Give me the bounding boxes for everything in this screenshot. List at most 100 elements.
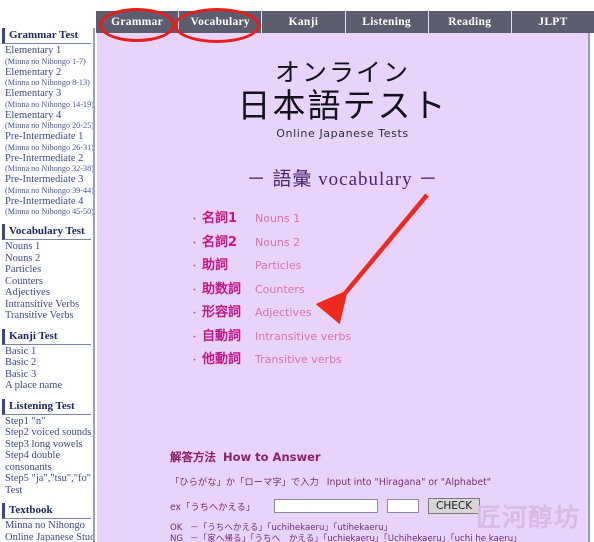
page-title-english: Online Japanese Tests — [276, 127, 409, 140]
tab-reading[interactable]: Reading — [429, 11, 512, 33]
sidebar-item-particles[interactable]: Particles — [2, 264, 91, 276]
vocabulary-category-list: ・ 名詞1 Nouns 1 ・ 名詞2 Nouns 2 ・ 助詞 Particl… — [190, 211, 588, 369]
list-item-english: Intransitive verbs — [255, 329, 352, 343]
sidebar-sub-elementary-4: (Minna no Nihongo 20-25) — [5, 121, 94, 130]
list-item-counters[interactable]: ・ 助数詞 Counters — [190, 282, 588, 299]
sidebar-heading-textbook: Textbook — [2, 503, 91, 519]
sidebar-item-elementary-1[interactable]: Elementary 1 — [2, 45, 91, 57]
tab-kanji[interactable]: Kanji — [262, 11, 346, 33]
sidebar-item-elementary-4[interactable]: Elementary 4 — [2, 110, 91, 122]
sidebar-sub-elementary-2: (Minna no Nihongo 8-13) — [5, 78, 90, 87]
tab-reading-label: Reading — [448, 16, 492, 28]
sidebar-item-step3[interactable]: Step3 long vowels — [2, 439, 91, 451]
sidebar-sub-pre-intermediate-3: (Minna no Nihongo 39-44) — [5, 185, 94, 195]
sidebar-item-pre-intermediate-1[interactable]: Pre-Intermediate 1 — [2, 131, 91, 143]
list-item-transitive-verbs[interactable]: ・ 他動詞 Transitive verbs — [190, 352, 588, 369]
answer-input-secondary[interactable] — [387, 499, 419, 513]
sidebar-item-a-place-name[interactable]: A place name — [2, 380, 91, 392]
sidebar-item-step4[interactable]: Step4 double consonants — [2, 450, 91, 473]
list-item-japanese: 他動詞 — [202, 352, 242, 367]
tab-jlpt[interactable]: JLPT — [512, 11, 594, 33]
sidebar-item-elementary-3[interactable]: Elementary 3 — [2, 88, 91, 100]
answer-input[interactable] — [274, 499, 378, 513]
list-item-english: Counters — [255, 282, 305, 296]
ng-tag: NG — [170, 534, 184, 542]
sidebar-item-pre-intermediate-2[interactable]: Pre-Intermediate 2 — [2, 153, 91, 165]
list-item-nouns-2[interactable]: ・ 名詞2 Nouns 2 — [190, 235, 588, 252]
sidebar-item-minna-no-nihongo[interactable]: Minna no Nihongo — [2, 520, 91, 532]
list-item-english: Nouns 2 — [255, 235, 301, 249]
list-item-japanese: 名詞2 — [202, 234, 238, 250]
sidebar-sub-pre-intermediate-1: (Minna no Nihongo 26-31) — [5, 142, 94, 152]
sidebar-item-basic-1[interactable]: Basic 1 — [2, 346, 91, 358]
sidebar-item-basic-2[interactable]: Basic 2 — [2, 357, 91, 369]
list-item-particles[interactable]: ・ 助詞 Particles — [190, 258, 588, 275]
list-item-english: Adjectives — [255, 306, 312, 319]
list-item-japanese: 助数詞 — [202, 281, 242, 297]
sidebar: Grammar Test Elementary 1 (Minna no Niho… — [0, 28, 95, 542]
sidebar-item-test[interactable]: Test — [2, 485, 91, 497]
page-title-japanese-line1: オンライン — [274, 58, 410, 87]
list-item-japanese: 自動詞 — [202, 328, 242, 344]
list-item-english: Nouns 1 — [255, 212, 301, 225]
tab-kanji-label: Kanji — [288, 16, 319, 28]
main-content: オンライン 日本語テスト Online Japanese Tests － 語彙 … — [97, 33, 590, 542]
sidebar-item-step2[interactable]: Step2 voiced sounds — [2, 427, 91, 439]
list-item-english: Particles — [255, 259, 302, 272]
list-item-adjectives[interactable]: ・ 形容詞 Adjectives — [190, 305, 588, 322]
input-instruction: 「ひらがな」か「ローマ字」で入力 Input into "Hiragana" or… — [170, 474, 570, 488]
main-tab-bar: Grammar Vocabulary Kanji Listening Readi… — [96, 11, 594, 33]
tab-listening[interactable]: Listening — [346, 11, 429, 33]
sidebar-heading-grammar-test: Grammar Test — [2, 28, 91, 44]
sidebar-item-step5[interactable]: Step5 "ja","tsu","fo" — [2, 473, 91, 485]
how-to-answer-heading-japanese: 解答方法 — [170, 450, 216, 464]
sidebar-heading-listening-test: Listening Test — [2, 398, 91, 415]
page-title-japanese-line2: 日本語テスト — [237, 86, 448, 125]
sidebar-item-nouns-1[interactable]: Nouns 1 — [2, 241, 91, 253]
bullet-icon: ・ — [190, 356, 200, 366]
sidebar-item-elementary-2[interactable]: Elementary 2 — [2, 67, 91, 79]
sidebar-item-counters[interactable]: Counters — [2, 276, 91, 288]
sidebar-item-step1[interactable]: Step1 "n" — [2, 416, 91, 428]
bullet-icon: ・ — [190, 215, 200, 225]
list-item-japanese: 助詞 — [202, 258, 229, 273]
sidebar-sub-elementary-1: (Minna no Nihongo 1-7) — [5, 56, 86, 66]
how-to-answer-heading-english: How to Answer — [223, 450, 321, 464]
input-instruction-english: Input into "Hiragana" or "Alphabet" — [326, 477, 492, 488]
answer-ng-example: NG －「家へ帰る」「うちへ かえる」「uchiekaeru」「Uchihekae… — [170, 534, 570, 542]
ok-example-text: －「うちへかえる」「uchihekaeru」「utihekaeru」 — [190, 523, 393, 533]
bullet-icon: ・ — [190, 309, 200, 319]
list-item-nouns-1[interactable]: ・ 名詞1 Nouns 1 — [190, 211, 588, 228]
sidebar-item-online-japanese-study[interactable]: Online Japanese Study — [2, 532, 93, 542]
list-item-intransitive-verbs[interactable]: ・ 自動詞 Intransitive verbs — [190, 329, 588, 346]
list-item-english: Transitive verbs — [255, 353, 342, 366]
page-title-block: オンライン 日本語テスト Online Japanese Tests — [97, 33, 588, 142]
answer-ok-example: OK －「うちへかえる」「uchihekaeru」「utihekaeru」 — [170, 523, 570, 534]
sidebar-heading-vocabulary-test: Vocabulary Test — [2, 224, 91, 240]
how-to-answer-heading: 解答方法 How to Answer — [170, 449, 570, 465]
sidebar-item-pre-intermediate-4[interactable]: Pre-Intermediate 4 — [2, 196, 91, 208]
sidebar-item-intransitive-verbs[interactable]: Intransitive Verbs — [2, 299, 91, 311]
section-subtitle: － 語彙 vocabulary － — [246, 169, 439, 190]
bullet-icon: ・ — [190, 238, 200, 249]
sidebar-sub-pre-intermediate-4: (Minna no Nihongo 45-50) — [5, 207, 94, 216]
tab-vocabulary-label: Vocabulary — [190, 16, 250, 28]
sidebar-item-transitive-verbs[interactable]: Transitive Verbs — [2, 310, 91, 322]
list-item-japanese: 名詞1 — [202, 211, 238, 226]
list-item-japanese: 形容詞 — [202, 305, 242, 320]
sidebar-item-adjectives[interactable]: Adjectives — [2, 287, 91, 299]
tab-grammar-label: Grammar — [111, 16, 164, 28]
bullet-icon: ・ — [190, 262, 200, 272]
how-to-answer-section: 解答方法 How to Answer 「ひらがな」か「ローマ字」で入力 Input … — [170, 449, 570, 542]
sidebar-item-nouns-2[interactable]: Nouns 2 — [2, 253, 91, 265]
tab-vocabulary[interactable]: Vocabulary — [179, 11, 263, 33]
check-button[interactable]: CHECK — [428, 498, 481, 514]
tab-jlpt-label: JLPT — [538, 16, 568, 28]
sidebar-sub-pre-intermediate-2: (Minna no Nihongo 32-38) — [5, 164, 94, 173]
input-instruction-japanese: 「ひらがな」か「ローマ字」で入力 — [170, 477, 319, 488]
sidebar-item-basic-3[interactable]: Basic 3 — [2, 369, 91, 381]
bullet-icon: ・ — [190, 332, 200, 343]
sidebar-item-pre-intermediate-3[interactable]: Pre-Intermediate 3 — [2, 174, 91, 186]
example-label: ex「うちへかえる」 — [170, 502, 256, 513]
tab-grammar[interactable]: Grammar — [96, 11, 180, 33]
